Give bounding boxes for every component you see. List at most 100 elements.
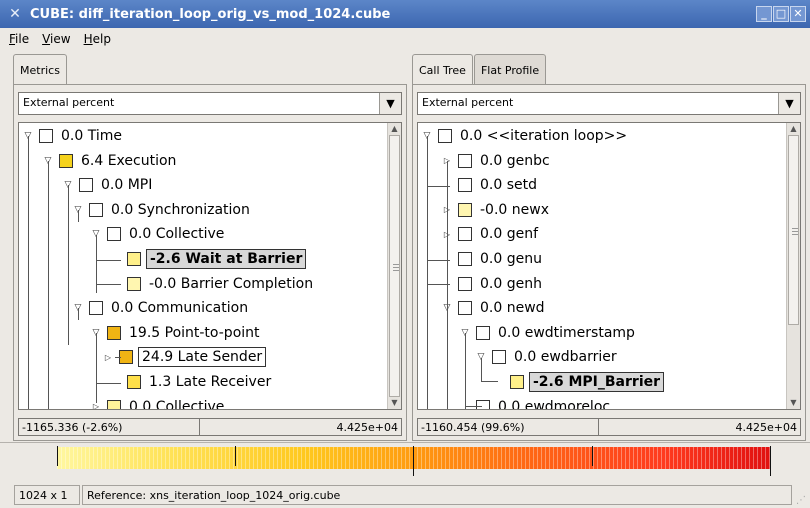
tree-row[interactable]: ▽6.4 Execution [41,150,179,172]
tree-connector-line [97,284,121,285]
tree-connector-line [48,161,49,409]
menu-file[interactable]: File [9,32,29,46]
scroll-thumb[interactable] [788,135,799,325]
tree-row[interactable]: -2.6 MPI_Barrier [492,371,665,393]
title-bar: ✕ CUBE: diff_iteration_loop_orig_vs_mod_… [0,0,810,28]
metrics-value-mode-value: External percent [23,96,115,109]
window-controls: _ □ ✕ [756,6,806,22]
tree-row[interactable]: 0.0 genu [440,248,545,270]
menu-help[interactable]: Help [84,32,111,46]
minimize-button[interactable]: _ [756,6,772,22]
tree-row[interactable]: ▷0.0 genbc [440,150,553,172]
tree-node-label[interactable]: 0.0 MPI [98,176,155,194]
tree-row[interactable]: ▽0.0 <<iteration loop>> [420,125,630,147]
tree-node-label[interactable]: 1.3 Late Receiver [146,373,274,391]
tree-row[interactable]: -0.0 Barrier Completion [109,273,316,295]
tree-row[interactable]: -2.6 Wait at Barrier [109,248,307,270]
severity-color-box [438,129,452,143]
scroll-down-arrow-icon[interactable]: ▼ [388,397,401,409]
tab-call-tree[interactable]: Call Tree [412,54,473,86]
tree-row[interactable]: ▷ 24.9 Late Sender [101,346,267,368]
severity-color-box [79,178,93,193]
tree-node-label[interactable]: 0.0 genbc [477,152,553,170]
menu-view[interactable]: View [42,32,70,46]
scroll-up-arrow-icon[interactable]: ▲ [388,123,401,135]
tree-row[interactable]: ▽0.0 Collective [89,223,227,245]
resize-grip-icon[interactable]: ⋰ [796,495,806,506]
scroll-down-arrow-icon[interactable]: ▼ [787,397,800,409]
tree-node-label[interactable]: 6.4 Execution [78,152,179,170]
close-button[interactable]: ✕ [790,6,806,22]
tree-row[interactable]: ▽0.0 Synchronization [71,199,253,221]
metrics-panel: Metrics External percent ▼ ▲ ▼ ▽0.0 Time… [13,54,407,441]
tree-node-label[interactable]: 0.0 setd [477,176,540,194]
tab-flat-profile[interactable]: Flat Profile [473,54,547,84]
tree-row[interactable]: 0.0 ewdmoreloc_ [458,396,620,409]
collapsed-arrow-icon[interactable]: ▷ [101,353,115,362]
color-scale [0,442,810,482]
tree-node-label[interactable]: 0.0 genh [477,275,545,293]
metrics-tabs: Metrics [13,54,68,86]
tree-row[interactable]: 0.0 genh [440,273,545,295]
collapsed-arrow-icon[interactable]: ▷ [89,402,103,409]
severity-color-box [127,276,141,291]
tree-connector-line [481,358,482,382]
tree-row[interactable]: ▷ 0.0 Collective [89,396,227,409]
tree-row[interactable]: ▽0.0 newd [440,297,548,319]
metrics-value-mode-select[interactable]: External percent ▼ [18,92,402,115]
tree-node-label[interactable]: 0.0 Synchronization [108,201,253,219]
call-tree-panel: Call Tree Flat Profile External percent … [412,54,806,441]
tree-node-label[interactable]: 0.0 Communication [108,299,251,317]
tree-row[interactable]: ▽19.5 Point-to-point [89,322,263,344]
call-tree[interactable]: ▲ ▼ ▽0.0 <<iteration loop>>▷0.0 genbc0.0… [417,122,801,410]
tree-row[interactable]: 1.3 Late Receiver [109,371,274,393]
scroll-up-arrow-icon[interactable]: ▲ [787,123,800,135]
tree-node-label[interactable]: 0.0 ewdmoreloc_ [495,398,620,409]
tree-row[interactable]: ▽0.0 Communication [71,297,251,319]
tree-node-label[interactable]: 0.0 Collective [126,225,227,243]
tree-node-label[interactable]: 0.0 ewdbarrier [511,348,620,366]
severity-color-box [458,276,472,291]
call-tree-scrollbar[interactable]: ▲ ▼ [786,123,800,409]
severity-color-box [127,252,141,266]
tree-connector-line [97,383,121,384]
calltree-value-mode-select[interactable]: External percent ▼ [417,92,801,115]
tree-row[interactable]: 0.0 setd [440,174,540,196]
tree-node-label[interactable]: 0.0 ewdtimerstamp [495,324,638,342]
severity-color-box [59,153,73,168]
scroll-grip [393,267,399,268]
metric-tree[interactable]: ▲ ▼ ▽0.0 Time ▽6.4 Execution▽0.0 MPI ▽0.0 … [18,122,402,410]
maximize-button[interactable]: □ [773,6,789,22]
chevron-down-icon[interactable]: ▼ [379,93,401,114]
tree-node-label[interactable]: 0.0 genu [477,250,545,268]
tree-node-label[interactable]: 0.0 Time [58,127,125,145]
tree-node-label[interactable]: 19.5 Point-to-point [126,324,263,342]
tree-connector-line [68,185,69,345]
tree-node-label[interactable]: 24.9 Late Sender [138,347,267,368]
color-scale-gradient [57,447,771,469]
severity-color-box [107,227,121,242]
tree-row[interactable]: ▷0.0 genf [440,223,541,245]
tree-connector-line [465,333,466,409]
tree-node-label[interactable]: -0.0 Barrier Completion [146,275,316,293]
tab-metrics[interactable]: Metrics [13,54,67,86]
severity-color-box [119,350,133,365]
severity-color-box [476,325,490,340]
tree-row[interactable]: ▽0.0 ewdtimerstamp [458,322,638,344]
divider [199,419,200,435]
tree-node-label[interactable]: 0.0 genf [477,225,541,243]
tree-node-label[interactable]: -2.6 MPI_Barrier [529,372,665,392]
tree-node-label[interactable]: -0.0 newx [477,201,552,219]
tree-node-label[interactable]: 0.0 <<iteration loop>> [457,127,630,145]
metric-tree-scrollbar[interactable]: ▲ ▼ [387,123,401,409]
tree-row[interactable]: ▷-0.0 newx [440,199,552,221]
chevron-down-icon[interactable]: ▼ [778,93,800,114]
tree-row[interactable]: ▽0.0 Time [21,125,125,147]
tree-node-label[interactable]: -2.6 Wait at Barrier [146,249,307,269]
tree-row[interactable]: ▽0.0 ewdbarrier [474,346,620,368]
tree-node-label[interactable]: 0.0 newd [477,299,548,317]
tree-connector-line [78,210,79,222]
tree-row[interactable]: ▽0.0 MPI [61,174,155,196]
scroll-thumb[interactable] [389,135,400,397]
tree-node-label[interactable]: 0.0 Collective [126,398,227,409]
